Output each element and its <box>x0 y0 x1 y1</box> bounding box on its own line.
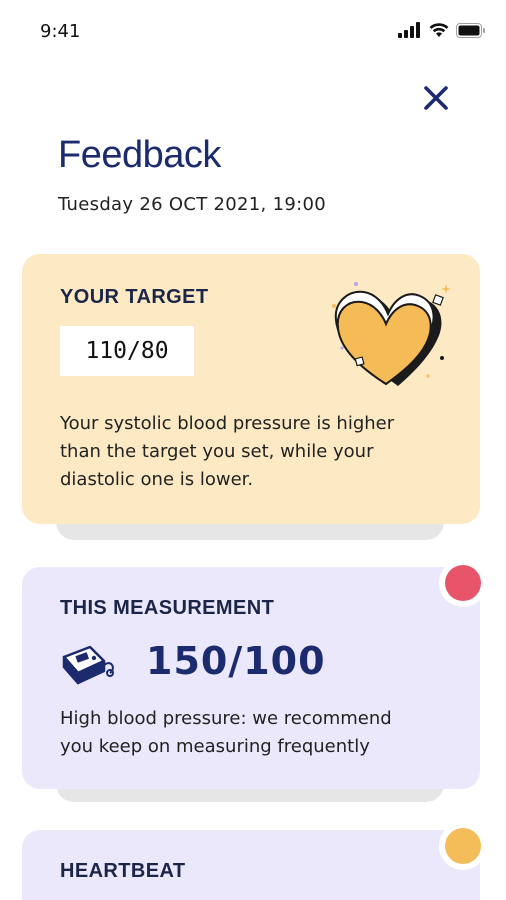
measurement-title: THIS MEASUREMENT <box>60 597 275 619</box>
feedback-screen: 9:41 Feedback Tuesday 26 OCT 2021, 19:00… <box>0 0 506 900</box>
target-card: YOUR TARGET 110/80 Your systolic blood p… <box>22 254 480 524</box>
page-title: Feedback <box>58 134 221 176</box>
target-feedback-line-2: than the target you set, while your <box>60 441 374 462</box>
measurement-status-dot <box>445 565 481 601</box>
measurement-feedback-line-2: you keep on measuring frequently <box>60 736 370 757</box>
measurement-card: THIS MEASUREMENT 150/100 High blood pres… <box>22 567 480 789</box>
heartbeat-status-dot <box>445 828 481 864</box>
status-icons <box>398 22 486 38</box>
close-icon <box>424 86 448 110</box>
target-value: 110/80 <box>85 338 169 364</box>
target-feedback-line-3: diastolic one is lower. <box>60 469 254 490</box>
target-title: YOUR TARGET <box>60 286 209 308</box>
signal-icon <box>398 22 420 38</box>
status-time: 9:41 <box>40 21 81 42</box>
close-button[interactable] <box>418 80 454 116</box>
target-value-box: 110/80 <box>60 326 194 376</box>
battery-icon <box>456 22 485 38</box>
wifi-icon <box>429 23 449 37</box>
target-feedback-line-1: Your systolic blood pressure is higher <box>60 413 395 434</box>
measurement-value: 150/100 <box>146 639 326 683</box>
heartbeat-card[interactable]: HEARTBEAT <box>22 830 480 900</box>
feedback-date: Tuesday 26 OCT 2021, 19:00 <box>58 194 326 215</box>
measurement-feedback-line-1: High blood pressure: we recommend <box>60 708 392 729</box>
heart-illustration <box>332 282 451 386</box>
heartbeat-title: HEARTBEAT <box>60 860 186 882</box>
blood-pressure-monitor-icon <box>62 645 114 685</box>
